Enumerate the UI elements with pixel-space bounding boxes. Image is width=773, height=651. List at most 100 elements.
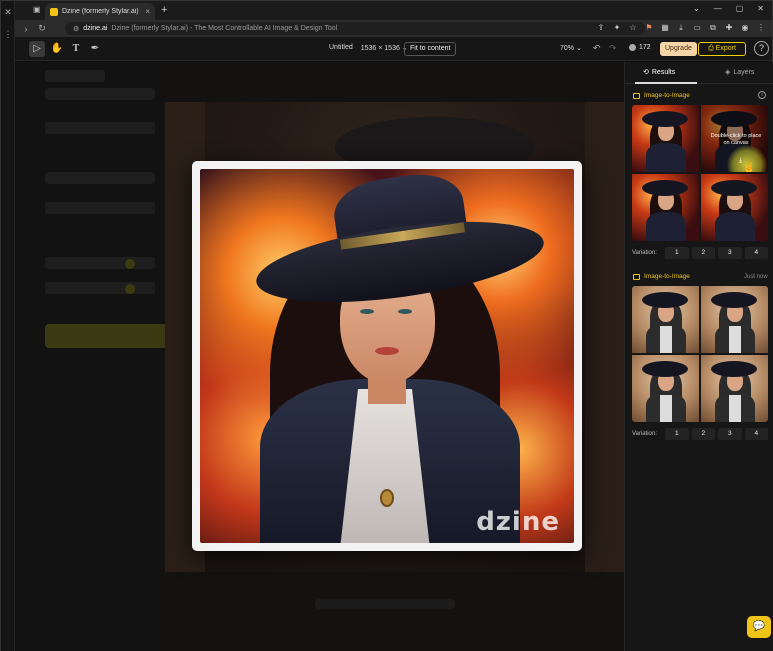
toggle-dot [125,259,135,269]
brooch-shape [380,489,394,507]
download-icon[interactable]: ⤓ [739,157,742,165]
section-title: Image-to-Image [633,92,690,99]
variation-1-button[interactable]: 1 [665,427,689,440]
panel-placeholder [45,88,155,100]
history-icon: ⟲ [643,69,649,76]
generate-button-dimmed [45,324,170,348]
app-toolbar: ▷ ✋ T ✒ Untitled 1536 × 1536 ⌄ Fit to co… [15,37,772,61]
pen-icon[interactable]: ✒ [87,41,103,57]
tab-title: Dzine (formerly Stylar.ai) - The [62,8,141,15]
browser-tab-dzine[interactable]: Dzine (formerly Stylar.ai) - The × [45,3,155,20]
browser-extensions: ⇪ ✦ ☆ ⚑ ▦ ⤓ ▭ ⧉ ✚ ◉ ⋮ [596,22,766,33]
undo-icon[interactable]: ↶ [593,43,601,54]
image-icon [633,273,640,280]
fit-to-content-button[interactable]: Fit to content [404,42,457,56]
hand-cursor-icon: ☝ [743,163,756,172]
app-window: ✕ ⋮ ▣ Dzine (formerly Stylar.ai) - The ×… [0,0,773,651]
place-on-canvas-hint: Double-click to place on canvas [710,133,762,146]
window-controls: ⌄ — ▢ ✕ [693,4,764,13]
site-info-icon[interactable]: ⚙ [73,25,79,33]
result-thumbnail[interactable]: Double-click to place on canvas ⤓ ☝ [701,105,768,172]
variation-row: Variation: 1 2 3 4 [632,427,768,440]
canvas-bg-right [585,102,624,572]
tab-list-icon[interactable]: ▣ [33,5,43,15]
window-close-icon[interactable]: ✕ [757,4,764,13]
variation-label: Variation: [632,430,657,437]
extension-icon[interactable]: ✦ [612,22,622,33]
export-button[interactable]: ⎙ Export [698,42,746,56]
url-host: dzine.ai [83,25,108,32]
close-icon[interactable]: ✕ [3,7,13,17]
download-icon[interactable]: ⤓ [676,22,686,33]
chat-icon[interactable]: 💬 [747,616,771,638]
document-name[interactable]: Untitled [329,44,353,52]
screenshot-icon[interactable]: ⧉ [708,22,718,33]
coin-icon [629,44,636,51]
chevron-down-icon[interactable]: ⌄ [693,4,700,13]
dzine-watermark: dzine [476,507,560,537]
panel-placeholder [45,282,155,294]
url-page-title: Dzine (formerly Stylar.ai) - The Most Co… [111,25,338,32]
variation-2-button[interactable]: 2 [691,427,715,440]
canvas-size[interactable]: 1536 × 1536 ⌄ [361,44,408,52]
credits-counter[interactable]: 172 [629,44,651,51]
result-thumbnail[interactable] [701,174,768,241]
text-icon[interactable]: T [68,41,84,57]
zoom-dropdown[interactable]: 70% ⌄ [560,44,582,52]
reload-icon[interactable]: ↻ [37,23,47,34]
variation-3-button[interactable]: 3 [718,427,742,440]
results-panel: ⟲ Results ◈ Layers Image-to-Image i Double… [624,62,773,651]
help-button[interactable]: ? [754,41,769,56]
new-tab-button[interactable]: + [161,4,167,16]
upgrade-button[interactable]: Upgrade [660,42,697,56]
variation-3-button[interactable]: 3 [718,246,742,259]
eye-shape [360,309,374,314]
result-grid [632,286,768,422]
result-thumbnail[interactable] [632,355,699,422]
result-thumbnail[interactable] [632,105,699,172]
eye-shape [398,309,412,314]
panel-tabs: ⟲ Results ◈ Layers [625,62,773,84]
result-thumbnail[interactable] [632,286,699,353]
tab-close-icon[interactable]: × [145,7,150,16]
info-icon[interactable]: i [758,91,766,99]
result-thumbnail[interactable] [632,174,699,241]
variation-2-button[interactable]: 2 [691,246,715,259]
browser-tabbar: ▣ Dzine (formerly Stylar.ai) - The × + ⌄… [15,1,772,20]
grid-icon[interactable]: ▦ [660,22,670,33]
variation-row: Variation: 1 2 3 4 [632,246,768,259]
variation-4-button[interactable]: 4 [744,246,768,259]
tab-results[interactable]: ⟲ Results [643,68,675,77]
timestamp: Just now [744,274,768,280]
toggle-dot [125,284,135,294]
minimize-icon[interactable]: — [714,4,722,13]
hand-icon[interactable]: ✋ [49,41,65,57]
panel-placeholder [45,172,155,184]
flag-icon[interactable]: ⚑ [644,22,654,33]
forward-icon[interactable]: › [21,24,31,34]
tab-layers[interactable]: ◈ Layers [725,68,754,77]
cursor-arrow-icon[interactable]: ▷ [29,41,45,57]
result-thumbnail[interactable] [701,286,768,353]
share-icon[interactable]: ⇪ [596,22,606,33]
lips-shape [375,347,399,355]
url-field[interactable]: ⚙ dzine.ai Dzine (formerly Stylar.ai) - … [65,22,645,35]
bookmark-star-icon[interactable]: ☆ [628,22,638,33]
variation-1-button[interactable]: 1 [665,246,689,259]
result-grid: Double-click to place on canvas ⤓ ☝ [632,105,768,241]
profile-icon[interactable]: ◉ [740,22,750,33]
maximize-icon[interactable]: ▢ [736,4,744,13]
wallet-icon[interactable]: ▭ [692,22,702,33]
result-thumbnail[interactable] [701,355,768,422]
panel-placeholder [45,257,155,269]
browser-menu-icon[interactable]: ⋮ [756,22,766,33]
active-tab-indicator [635,82,697,84]
browser-addressbar: › ↻ ⚙ dzine.ai Dzine (formerly Stylar.ai… [15,20,772,37]
menu-dots-icon[interactable]: ⋮ [3,29,13,39]
puzzle-icon[interactable]: ✚ [724,22,734,33]
redo-icon[interactable]: ↷ [609,43,617,54]
panel-placeholder [45,202,155,214]
tool-settings-panel [15,62,170,651]
image-preview-popup[interactable]: dzine [192,161,582,551]
variation-4-button[interactable]: 4 [744,427,768,440]
